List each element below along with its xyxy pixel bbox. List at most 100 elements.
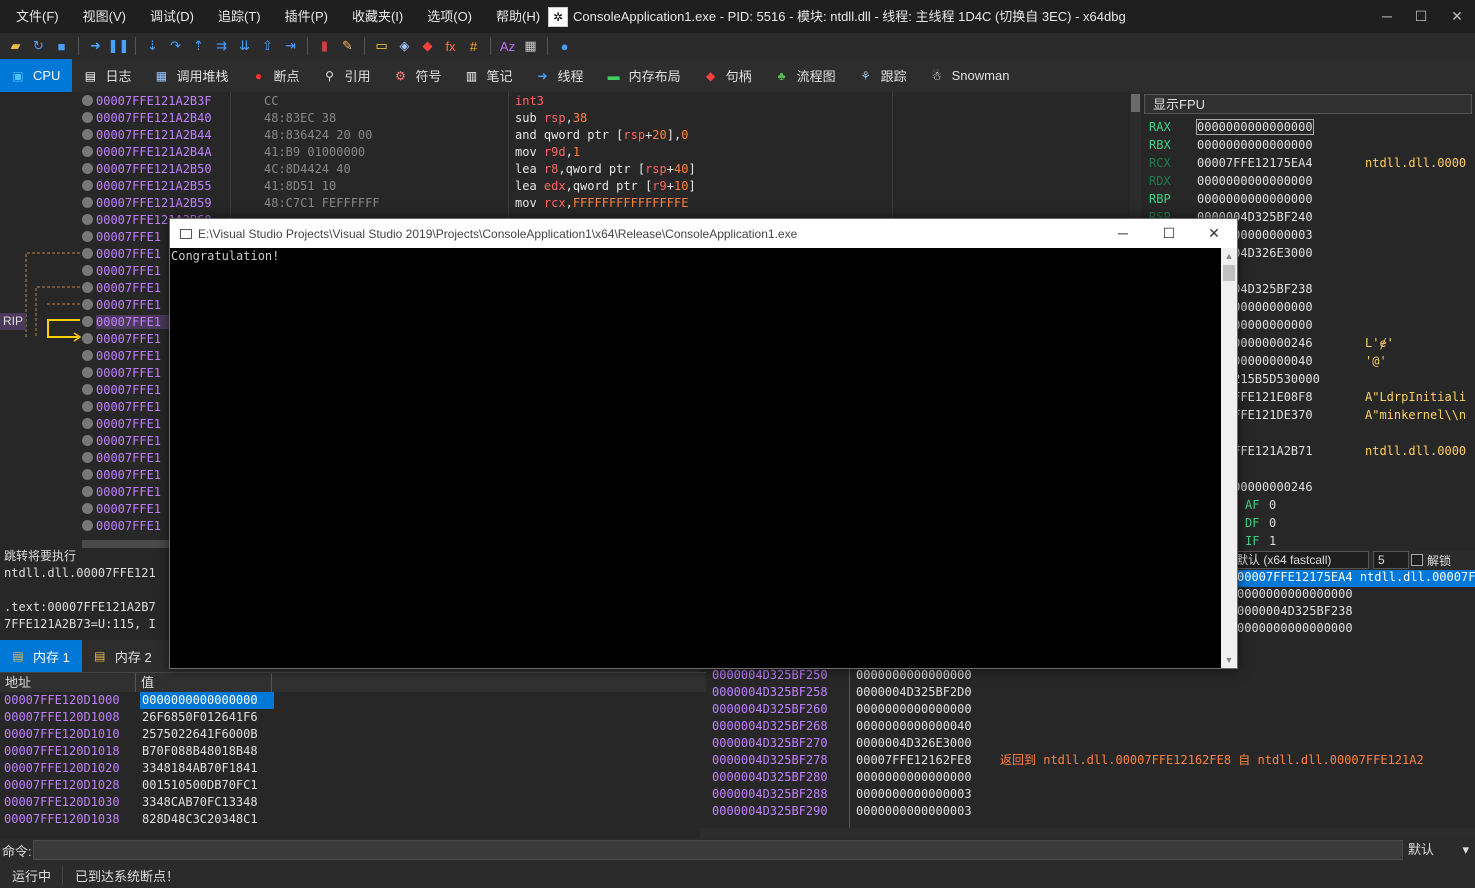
dump-header-address[interactable]: 地址 [0,673,136,693]
breakpoint-dot-icon[interactable] [82,367,93,378]
flag-value[interactable]: 1 [1269,534,1276,548]
tab-breakpoint[interactable]: ● 断点 [240,59,311,92]
dump-value[interactable]: 26F6850F012641F6 [140,709,274,726]
tab-trace[interactable]: ⚘ 跟踪 [848,59,919,92]
breakpoint-dot-icon[interactable] [82,384,93,395]
step-over-icon[interactable]: ↷ [166,36,186,56]
breakpoint-dot-icon[interactable] [82,452,93,463]
dump-value[interactable]: 0000000000000000 [140,692,274,709]
hash-icon[interactable]: # [464,36,484,56]
help-icon[interactable]: ● [555,36,575,56]
menu-item[interactable]: 帮助(H) [484,0,552,33]
animate-over-icon[interactable]: ⇊ [235,36,255,56]
stack-row[interactable]: 0000004D325BF270 0000004D326E3000 [712,735,1000,752]
menu-item[interactable]: 视图(V) [71,0,138,33]
breakpoint-dot-icon[interactable] [82,95,93,106]
disassembly-hscrollbar[interactable] [82,540,176,548]
register-value[interactable]: 00007FFE12175EA4 [1197,156,1365,170]
breakpoint-dot-icon[interactable] [82,418,93,429]
calculator-icon[interactable]: ▦ [521,36,541,56]
menu-item[interactable]: 插件(P) [273,0,340,33]
dump-row[interactable]: 00007FFE120D1000 0000000000000000 [4,692,274,709]
disasm-row[interactable]: 00007FFE121A2B50 4C:8D4424 40 lea r8,qword… [82,160,696,177]
tab-dump-1[interactable]: ▤ 内存 1 [0,640,82,672]
breakpoint-dot-icon[interactable] [82,435,93,446]
disasm-row[interactable]: 00007FFE121A2B59 48:C7C1 FEFFFFFF mov rcx,… [82,194,688,211]
scroll-down-icon[interactable]: ▼ [1221,652,1237,668]
label-icon[interactable]: ◈ [395,36,415,56]
stack-row[interactable]: 0000004D325BF250 0000000000000000 [712,667,1000,684]
argument-count-spinner[interactable]: 5 [1373,551,1409,569]
unlock-check-icon[interactable] [1411,554,1423,566]
disasm-row[interactable]: 00007FFE121A2B44 48:836424 20 00 and qword… [82,126,688,143]
comment-icon[interactable]: ▭ [372,36,392,56]
menu-item[interactable]: 收藏夹(I) [340,0,415,33]
breakpoint-dot-icon[interactable] [82,112,93,123]
breakpoint-dot-icon[interactable] [82,214,93,225]
tab-callstack[interactable]: ▦ 调用堆栈 [143,59,240,92]
breakpoint-dot-icon[interactable] [82,333,93,344]
stack-row[interactable]: 0000004D325BF260 0000000000000000 [712,701,1000,718]
restart-icon[interactable]: ↻ [29,36,49,56]
breakpoint-dot-icon[interactable] [82,180,93,191]
register-row[interactable]: RDX 0000000000000000 [1149,172,1365,190]
flag-value[interactable]: 0 [1269,498,1276,512]
stack-row[interactable]: 0000004D325BF290 0000000000000003 [712,803,1000,820]
function-icon[interactable]: fx [441,36,461,56]
dump-row[interactable]: 00007FFE120D1030 3348CAB70FC13348 [4,794,274,811]
register-value[interactable]: 0000000000000000 [1197,192,1365,206]
register-value[interactable]: 0000000000000000 [1197,174,1365,188]
argument-row[interactable]: 00007FFE12175EA4 ntdll.dll.00007FFE12 [1237,570,1475,587]
breakpoint-dot-icon[interactable] [82,299,93,310]
menu-item[interactable]: 文件(F) [4,0,71,33]
breakpoint-dot-icon[interactable] [82,486,93,497]
trace-over-icon[interactable]: ⇥ [281,36,301,56]
breakpoint-dot-icon[interactable] [82,248,93,259]
argument-row[interactable]: 0000000000000000 [1237,587,1353,604]
unlock-checkbox[interactable]: 解锁 [1411,552,1451,569]
disasm-row[interactable]: 00007FFE121A2B4A 41:B9 01000000 mov r9d,1 [82,143,580,160]
close-button[interactable]: ✕ [1440,0,1474,33]
stop-icon[interactable]: ■ [52,36,72,56]
breakpoint-dot-icon[interactable] [82,316,93,327]
dump-row[interactable]: 00007FFE120D1018 B70F088B48018B48 [4,743,274,760]
stack-row[interactable]: 0000004D325BF268 0000000000000040 [712,718,1000,735]
tab-symbols[interactable]: ⚙ 符号 [383,59,454,92]
menu-item[interactable]: 追踪(T) [206,0,273,33]
tab-graph[interactable]: ♣ 流程图 [764,59,848,92]
breakpoint-dot-icon[interactable] [82,520,93,531]
dump-value[interactable]: 2575022641F6000B [140,726,274,743]
stack-row[interactable]: 0000004D325BF288 0000000000000003 [712,786,1000,803]
flag-row[interactable]: AF 0 [1245,496,1276,514]
dump-row[interactable]: 00007FFE120D1038 828D48C3C20348C1 [4,811,274,828]
disasm-row[interactable]: 00007FFE121A2B55 41:8D51 10 lea edx,qword … [82,177,696,194]
open-icon[interactable]: ▰ [6,36,26,56]
dump-row[interactable]: 00007FFE120D1008 26F6850F012641F6 [4,709,274,726]
stack-row[interactable]: 0000004D325BF258 0000004D325BF2D0 [712,684,1000,701]
register-row[interactable]: RAX 0000000000000000 [1149,118,1365,136]
stack-row[interactable]: 0000004D325BF280 0000000000000000 [712,769,1000,786]
tab-notes[interactable]: ▥ 笔记 [454,59,525,92]
tab-dump-2[interactable]: ▤ 内存 2 [82,640,164,672]
console-window[interactable]: E:\Visual Studio Projects\Visual Studio … [169,218,1238,669]
tab-references[interactable]: ⚲ 引用 [312,59,383,92]
flag-row[interactable]: IF 1 [1245,532,1276,550]
scroll-up-icon[interactable]: ▲ [1221,248,1237,264]
dump-row[interactable]: 00007FFE120D1010 2575022641F6000B [4,726,274,743]
breakpoint-dot-icon[interactable] [82,282,93,293]
dump-row[interactable]: 00007FFE120D1020 3348184AB70F1841 [4,760,274,777]
tab-cpu[interactable]: ▣ CPU [0,59,73,92]
dump-value[interactable]: B70F088B48018B48 [140,743,274,760]
menu-item[interactable]: 选项(O) [415,0,484,33]
breakpoint-dot-icon[interactable] [82,129,93,140]
run-to-user-code-icon[interactable]: ⇧ [258,36,278,56]
step-into-icon[interactable]: ⇣ [143,36,163,56]
execute-till-return-icon[interactable]: ⇡ [189,36,209,56]
patch-icon[interactable]: ✎ [338,36,358,56]
register-value[interactable]: 0000000000000000 [1196,119,1314,135]
register-row[interactable]: RBX 0000000000000000 [1149,136,1365,154]
animate-into-icon[interactable]: ⇉ [212,36,232,56]
tab-handles[interactable]: ◆ 句柄 [693,59,764,92]
stack-row[interactable]: 0000004D325BF278 00007FFE12162FE8 返回到 ntdl… [712,752,1424,769]
console-minimize-button[interactable]: ─ [1100,219,1146,248]
